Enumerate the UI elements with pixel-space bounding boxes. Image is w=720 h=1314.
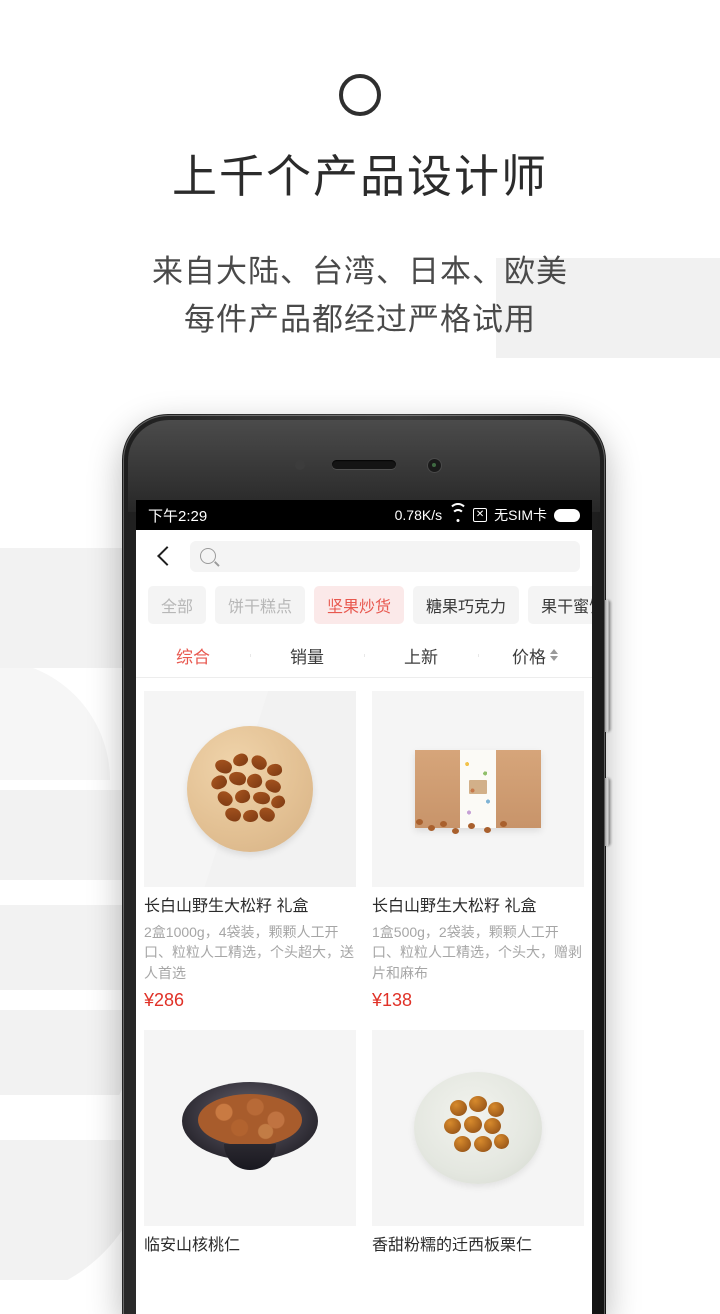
volume-button[interactable] (605, 600, 610, 732)
category-chip-driedfruit[interactable]: 果干蜜饯 (528, 586, 592, 624)
search-icon (200, 548, 216, 564)
sort-tab-comprehensive[interactable]: 综合 (136, 643, 250, 668)
product-grid: 长白山野生大松籽 礼盒 2盒1000g，4袋装，颗颗人工开口、粒粒人工精选，个头… (136, 678, 592, 1268)
product-card[interactable]: 香甜粉糯的迁西板栗仁 (364, 1023, 592, 1268)
sort-tab-label: 上新 (404, 647, 438, 667)
phone-mockup: 下午2:29 0.78K/s ✕ 无SIM卡 全部 饼干糕点 坚果炒货 糖果巧克… (122, 414, 610, 1314)
product-price: ¥138 (372, 989, 413, 1010)
network-speed-label: 0.78K/s (394, 507, 443, 523)
wooden-plate-shape (187, 726, 313, 852)
sort-updown-icon (550, 649, 558, 661)
back-chevron-icon[interactable] (148, 539, 182, 573)
sort-tab-label: 销量 (290, 647, 324, 667)
app-navbar (136, 530, 592, 582)
product-description: 1盒500g，2袋装，颗颗人工开口、粒粒人工精选，个头大，赠剥片和麻布 (372, 924, 582, 981)
category-chip-candy[interactable]: 糖果巧克力 (413, 586, 520, 624)
product-image-chestnut-plate (372, 1029, 584, 1226)
status-bar-time: 下午2:29 (148, 507, 208, 525)
product-image-walnut-bowl (144, 1029, 356, 1226)
promo-header: 上千个产品设计师 来自大陆、台湾、日本、欧美 每件产品都经过严格试用 (0, 0, 720, 344)
product-title: 临安山核桃仁 (144, 1236, 241, 1254)
product-price: ¥286 (144, 989, 185, 1010)
background-watermark-shape-6 (0, 660, 110, 780)
product-image-gift-box (372, 691, 584, 887)
category-chip-list[interactable]: 全部 饼干糕点 坚果炒货 糖果巧克力 果干蜜饯 (136, 582, 592, 633)
product-image-pine-nuts-plate (144, 691, 356, 887)
sort-tab-bar[interactable]: 综合 销量 上新 价格 (136, 633, 592, 678)
sort-tab-new[interactable]: 上新 (364, 643, 478, 668)
sort-tab-price[interactable]: 价格 (478, 643, 592, 668)
power-button[interactable] (605, 778, 610, 846)
promo-subline-1: 来自大陆、台湾、日本、欧美 (152, 254, 568, 289)
sort-tab-sales[interactable]: 销量 (250, 643, 364, 668)
sort-tab-label: 综合 (176, 647, 210, 667)
promo-subline-2: 每件产品都经过严格试用 (184, 302, 536, 338)
status-bar-indicators: 0.78K/s ✕ 无SIM卡 (394, 502, 580, 525)
ring-logo-icon (339, 74, 381, 116)
product-title: 长白山野生大松籽 礼盒 (372, 898, 537, 915)
category-chip-nuts[interactable]: 坚果炒货 (314, 586, 405, 624)
status-bar: 下午2:29 0.78K/s ✕ 无SIM卡 (136, 500, 592, 530)
pale-plate-shape (414, 1071, 542, 1184)
product-card[interactable]: 长白山野生大松籽 礼盒 2盒1000g，4袋装，颗颗人工开口、粒粒人工精选，个头… (136, 684, 364, 1023)
phone-screen: 下午2:29 0.78K/s ✕ 无SIM卡 全部 饼干糕点 坚果炒货 糖果巧克… (136, 500, 592, 1314)
promo-headline: 上千个产品设计师 (171, 151, 548, 202)
product-title: 长白山野生大松籽 礼盒 (144, 898, 309, 915)
gift-box-shape (415, 750, 541, 828)
sort-tab-label: 价格 (512, 647, 546, 667)
product-card[interactable]: 临安山核桃仁 (136, 1023, 364, 1268)
dark-bowl-shape (182, 1081, 318, 1182)
search-input[interactable] (224, 547, 570, 565)
battery-icon (554, 508, 580, 522)
category-chip-biscuits[interactable]: 饼干糕点 (215, 586, 306, 624)
wifi-icon (448, 502, 468, 522)
search-bar[interactable] (190, 540, 580, 572)
category-chip-all[interactable]: 全部 (148, 586, 207, 624)
sim-status-label: 无SIM卡 (494, 507, 547, 523)
product-description: 2盒1000g，4袋装，颗颗人工开口、粒粒人工精选，个头超大，送人首选 (144, 924, 354, 981)
product-title: 香甜粉糯的迁西板栗仁 (372, 1236, 533, 1254)
signal-x-icon: ✕ (473, 508, 488, 522)
product-card[interactable]: 长白山野生大松籽 礼盒 1盒500g，2袋装，颗颗人工开口、粒粒人工精选，个头大… (364, 684, 592, 1023)
